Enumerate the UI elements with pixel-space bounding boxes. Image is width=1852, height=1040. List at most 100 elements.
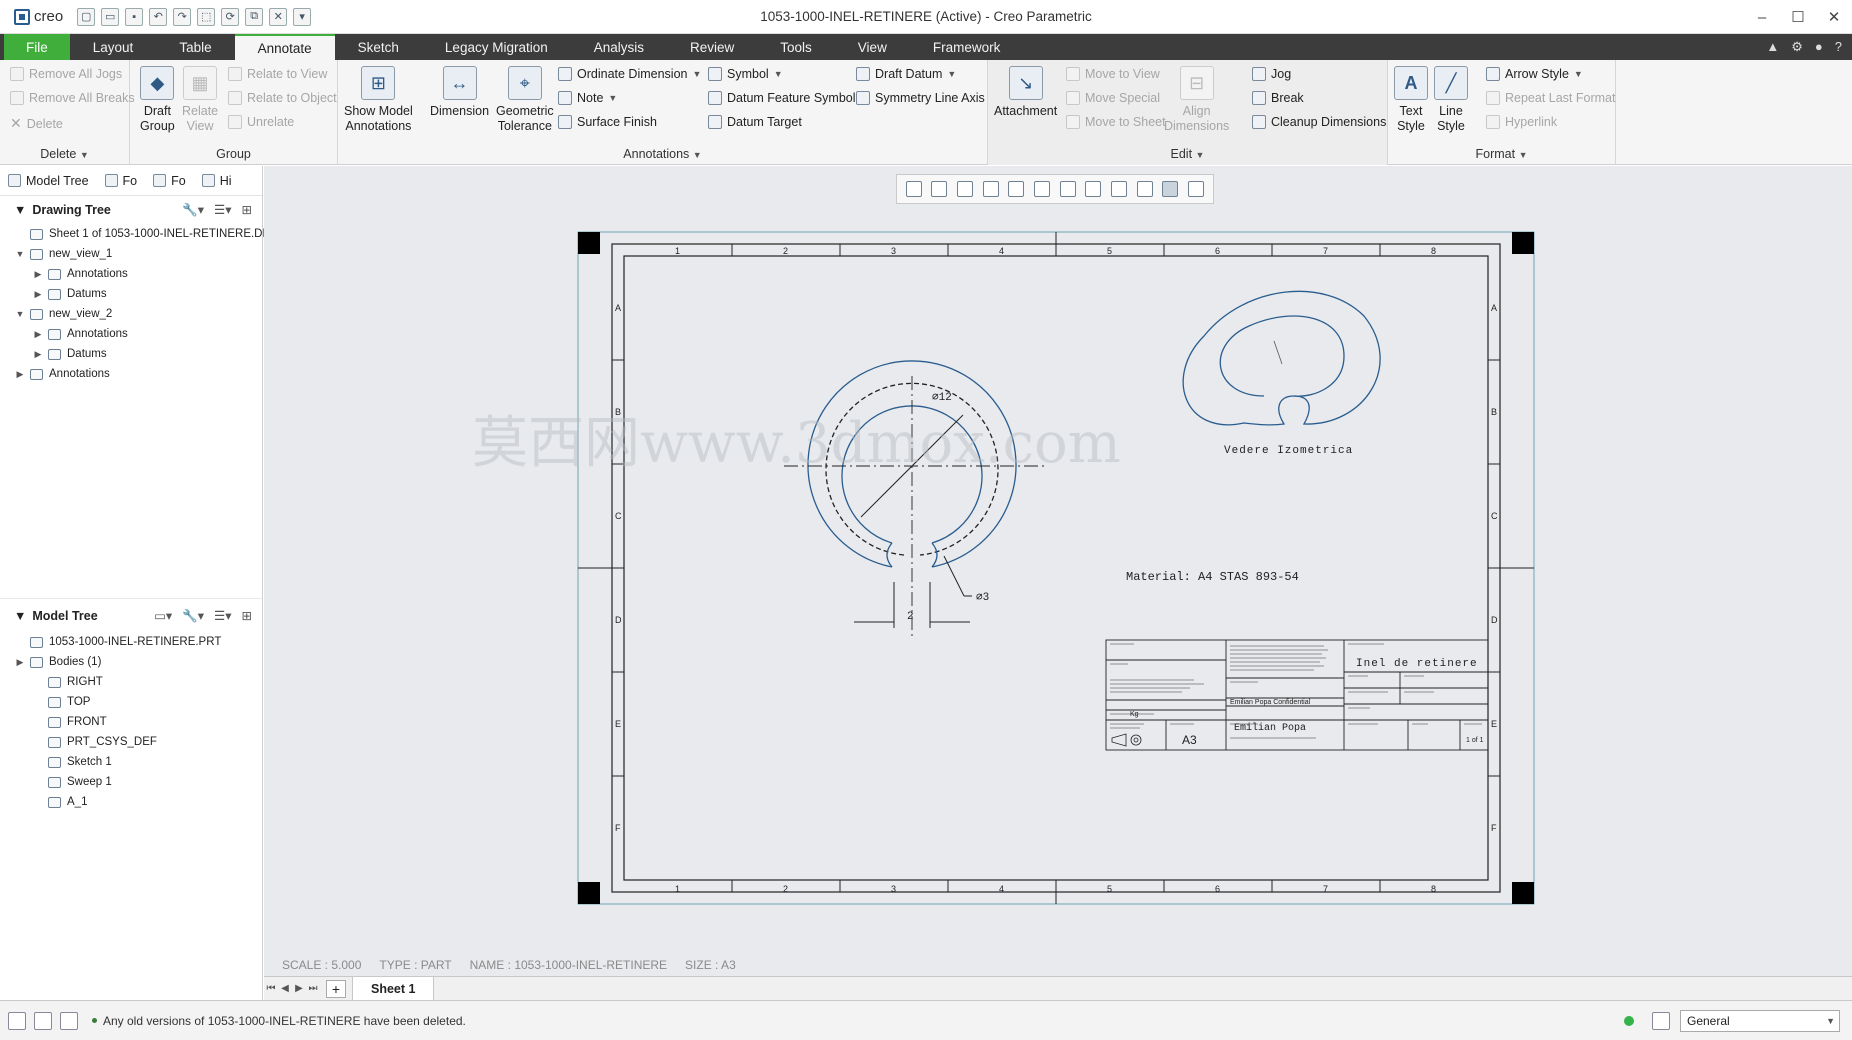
expand-icon[interactable]: ▶ [32, 349, 44, 360]
move-to-sheet-button[interactable]: Move to Sheet [1066, 115, 1166, 129]
isometric-view-label[interactable]: Vedere Izometrica [1224, 445, 1353, 457]
collapse-icon[interactable]: ▼ [14, 249, 26, 259]
text-style-button[interactable]: A Text Style [1394, 66, 1428, 134]
drawing-tree-item[interactable]: ▶ Annotations [0, 364, 262, 384]
view-manager-icon[interactable] [1059, 181, 1076, 197]
drawing-tree-item[interactable]: ▶ Datums [0, 344, 262, 364]
relate-view-button[interactable]: ▦ Relate View [182, 66, 218, 134]
surface-finish-button[interactable]: Surface Finish [558, 115, 657, 129]
collapse-icon[interactable]: ▼ [14, 203, 26, 217]
delete-button[interactable]: ✕ Delete [10, 115, 63, 132]
tab-table[interactable]: Table [156, 34, 234, 60]
customize-icon[interactable]: ▾ [293, 7, 312, 26]
drawing-tree-header[interactable]: ▼ Drawing Tree 🔧▾ ☰▾ ⊞ [0, 196, 262, 224]
open-icon[interactable]: ▭ [101, 7, 120, 26]
tree-settings-icon[interactable]: 🔧▾ [182, 608, 204, 624]
repaint-icon[interactable] [982, 181, 999, 197]
model-tree-item[interactable]: FRONT [0, 712, 262, 732]
last-sheet-icon[interactable]: ⏭ [306, 983, 320, 994]
minimize-button[interactable]: – [1744, 0, 1780, 34]
browser-toggle-icon[interactable] [34, 1011, 52, 1030]
delete-group-label[interactable]: Delete ▼ [0, 147, 129, 161]
tab-tools[interactable]: Tools [757, 34, 835, 60]
add-sheet-button[interactable]: + [326, 979, 346, 998]
attachment-button[interactable]: ↘ Attachment [994, 66, 1057, 119]
datum-feature-symbol-button[interactable]: Datum Feature Symbol [708, 91, 856, 105]
drawing-tree-item[interactable]: ▼ new_view_2 [0, 304, 262, 324]
regenerate-icon[interactable]: ⟳ [221, 7, 240, 26]
saved-views-icon[interactable] [1034, 181, 1051, 197]
model-tree-item[interactable]: Sweep 1 [0, 772, 262, 792]
expand-icon[interactable]: ▶ [14, 657, 26, 668]
zoom-in-icon[interactable] [931, 181, 948, 197]
tab-annotate[interactable]: Annotate [234, 34, 335, 60]
draft-datum-button[interactable]: Draft Datum ▼ [856, 67, 956, 81]
annotation-display-icon[interactable] [1111, 181, 1128, 197]
move-special-button[interactable]: Move Special [1066, 91, 1160, 105]
redo-icon[interactable]: ↷ [173, 7, 192, 26]
tab-framework[interactable]: Framework [910, 34, 1024, 60]
section-dimension[interactable]: ⌀3 [976, 592, 989, 604]
relate-to-view-button[interactable]: Relate to View [228, 67, 327, 81]
display-style-icon[interactable] [1008, 181, 1025, 197]
user-icon[interactable]: ● [1815, 39, 1823, 55]
tab-analysis[interactable]: Analysis [571, 34, 667, 60]
edit-group-label[interactable]: Edit ▼ [988, 147, 1387, 161]
tab-history[interactable]: Hi [194, 166, 240, 196]
tab-layout[interactable]: Layout [70, 34, 157, 60]
dimension-button[interactable]: ↔ Dimension [430, 66, 489, 119]
draft-group-button[interactable]: ◆ Draft Group [140, 66, 175, 134]
maximize-button[interactable]: ☐ [1780, 0, 1816, 34]
drawing-tree-item[interactable]: Sheet 1 of 1053-1000-INEL-RETINERE.DRW [0, 224, 281, 244]
regen-status-icon[interactable] [1624, 1015, 1634, 1026]
ordinate-dimension-button[interactable]: Ordinate Dimension ▼ [558, 67, 701, 81]
remove-all-breaks-button[interactable]: Remove All Breaks [10, 91, 135, 105]
model-tree-item[interactable]: ▶ Bodies (1) [0, 652, 262, 672]
sheet-tab[interactable]: Sheet 1 [352, 976, 435, 1001]
model-tree-item[interactable]: 1053-1000-INEL-RETINERE.PRT [0, 632, 262, 652]
save-icon[interactable]: ▪ [125, 7, 144, 26]
model-tree-item[interactable]: A_1 [0, 792, 262, 812]
selection-filter[interactable]: General ▼ [1680, 1009, 1840, 1032]
model-tree-item[interactable]: TOP [0, 692, 262, 712]
collapse-icon[interactable]: ▼ [14, 609, 26, 623]
format-group-label[interactable]: Format ▼ [1388, 147, 1615, 161]
tab-model-tree[interactable]: Model Tree [0, 166, 97, 196]
tab-sketch[interactable]: Sketch [335, 34, 422, 60]
grid-display-icon[interactable] [1162, 181, 1179, 197]
tab-view[interactable]: View [835, 34, 910, 60]
gap-dimension[interactable]: 2 [907, 611, 914, 623]
relate-to-object-button[interactable]: Relate to Object [228, 91, 337, 105]
tab-legacy-migration[interactable]: Legacy Migration [422, 34, 571, 60]
arrow-style-button[interactable]: Arrow Style ▼ [1486, 67, 1583, 81]
undo-icon[interactable]: ↶ [149, 7, 168, 26]
navigator-toggle-icon[interactable] [8, 1011, 26, 1030]
material-note[interactable]: Material: A4 STAS 893-54 [1126, 570, 1299, 584]
model-tree-item[interactable]: PRT_CSYS_DEF [0, 732, 262, 752]
refit-icon[interactable] [905, 181, 922, 197]
tab-review[interactable]: Review [667, 34, 757, 60]
jog-button[interactable]: Jog [1252, 67, 1291, 81]
next-sheet-icon[interactable]: ▶ [292, 983, 306, 994]
tree-columns-icon[interactable]: ☰▾ [214, 202, 231, 218]
tab-file[interactable]: File [4, 34, 70, 60]
drawing-tree-item[interactable]: ▶ Annotations [0, 264, 262, 284]
note-button[interactable]: Note ▼ [558, 91, 617, 105]
model-tree-item[interactable]: RIGHT [0, 672, 262, 692]
expand-icon[interactable]: ▶ [32, 289, 44, 300]
graphics-area[interactable]: 1122334455667788AABBCCDDEEFF ⌀12 ⌀3 2 Ve… [264, 166, 1852, 976]
windows-icon[interactable]: ⧉ [245, 7, 264, 26]
symmetry-line-axis-button[interactable]: Symmetry Line Axis [856, 91, 985, 105]
geometric-tolerance-button[interactable]: ⌖ Geometric Tolerance [496, 66, 554, 134]
full-screen-icon[interactable] [60, 1011, 78, 1030]
close-button[interactable]: ✕ [1816, 0, 1852, 34]
model-tree-header[interactable]: ▼ Model Tree ▭▾ 🔧▾ ☰▾ ⊞ [0, 602, 262, 630]
show-model-annotations-button[interactable]: ⊞ Show Model Annotations [344, 66, 413, 134]
collapse-ribbon-icon[interactable]: ▲ [1766, 39, 1779, 55]
first-sheet-icon[interactable]: ⏮ [264, 983, 278, 994]
new-icon[interactable]: ▢ [77, 7, 96, 26]
tree-layers-icon[interactable]: ▭▾ [154, 608, 172, 624]
expand-icon[interactable]: ▶ [32, 329, 44, 340]
tree-filter-icon[interactable]: ⊞ [242, 608, 252, 624]
tree-columns-icon[interactable]: ☰▾ [214, 608, 231, 624]
